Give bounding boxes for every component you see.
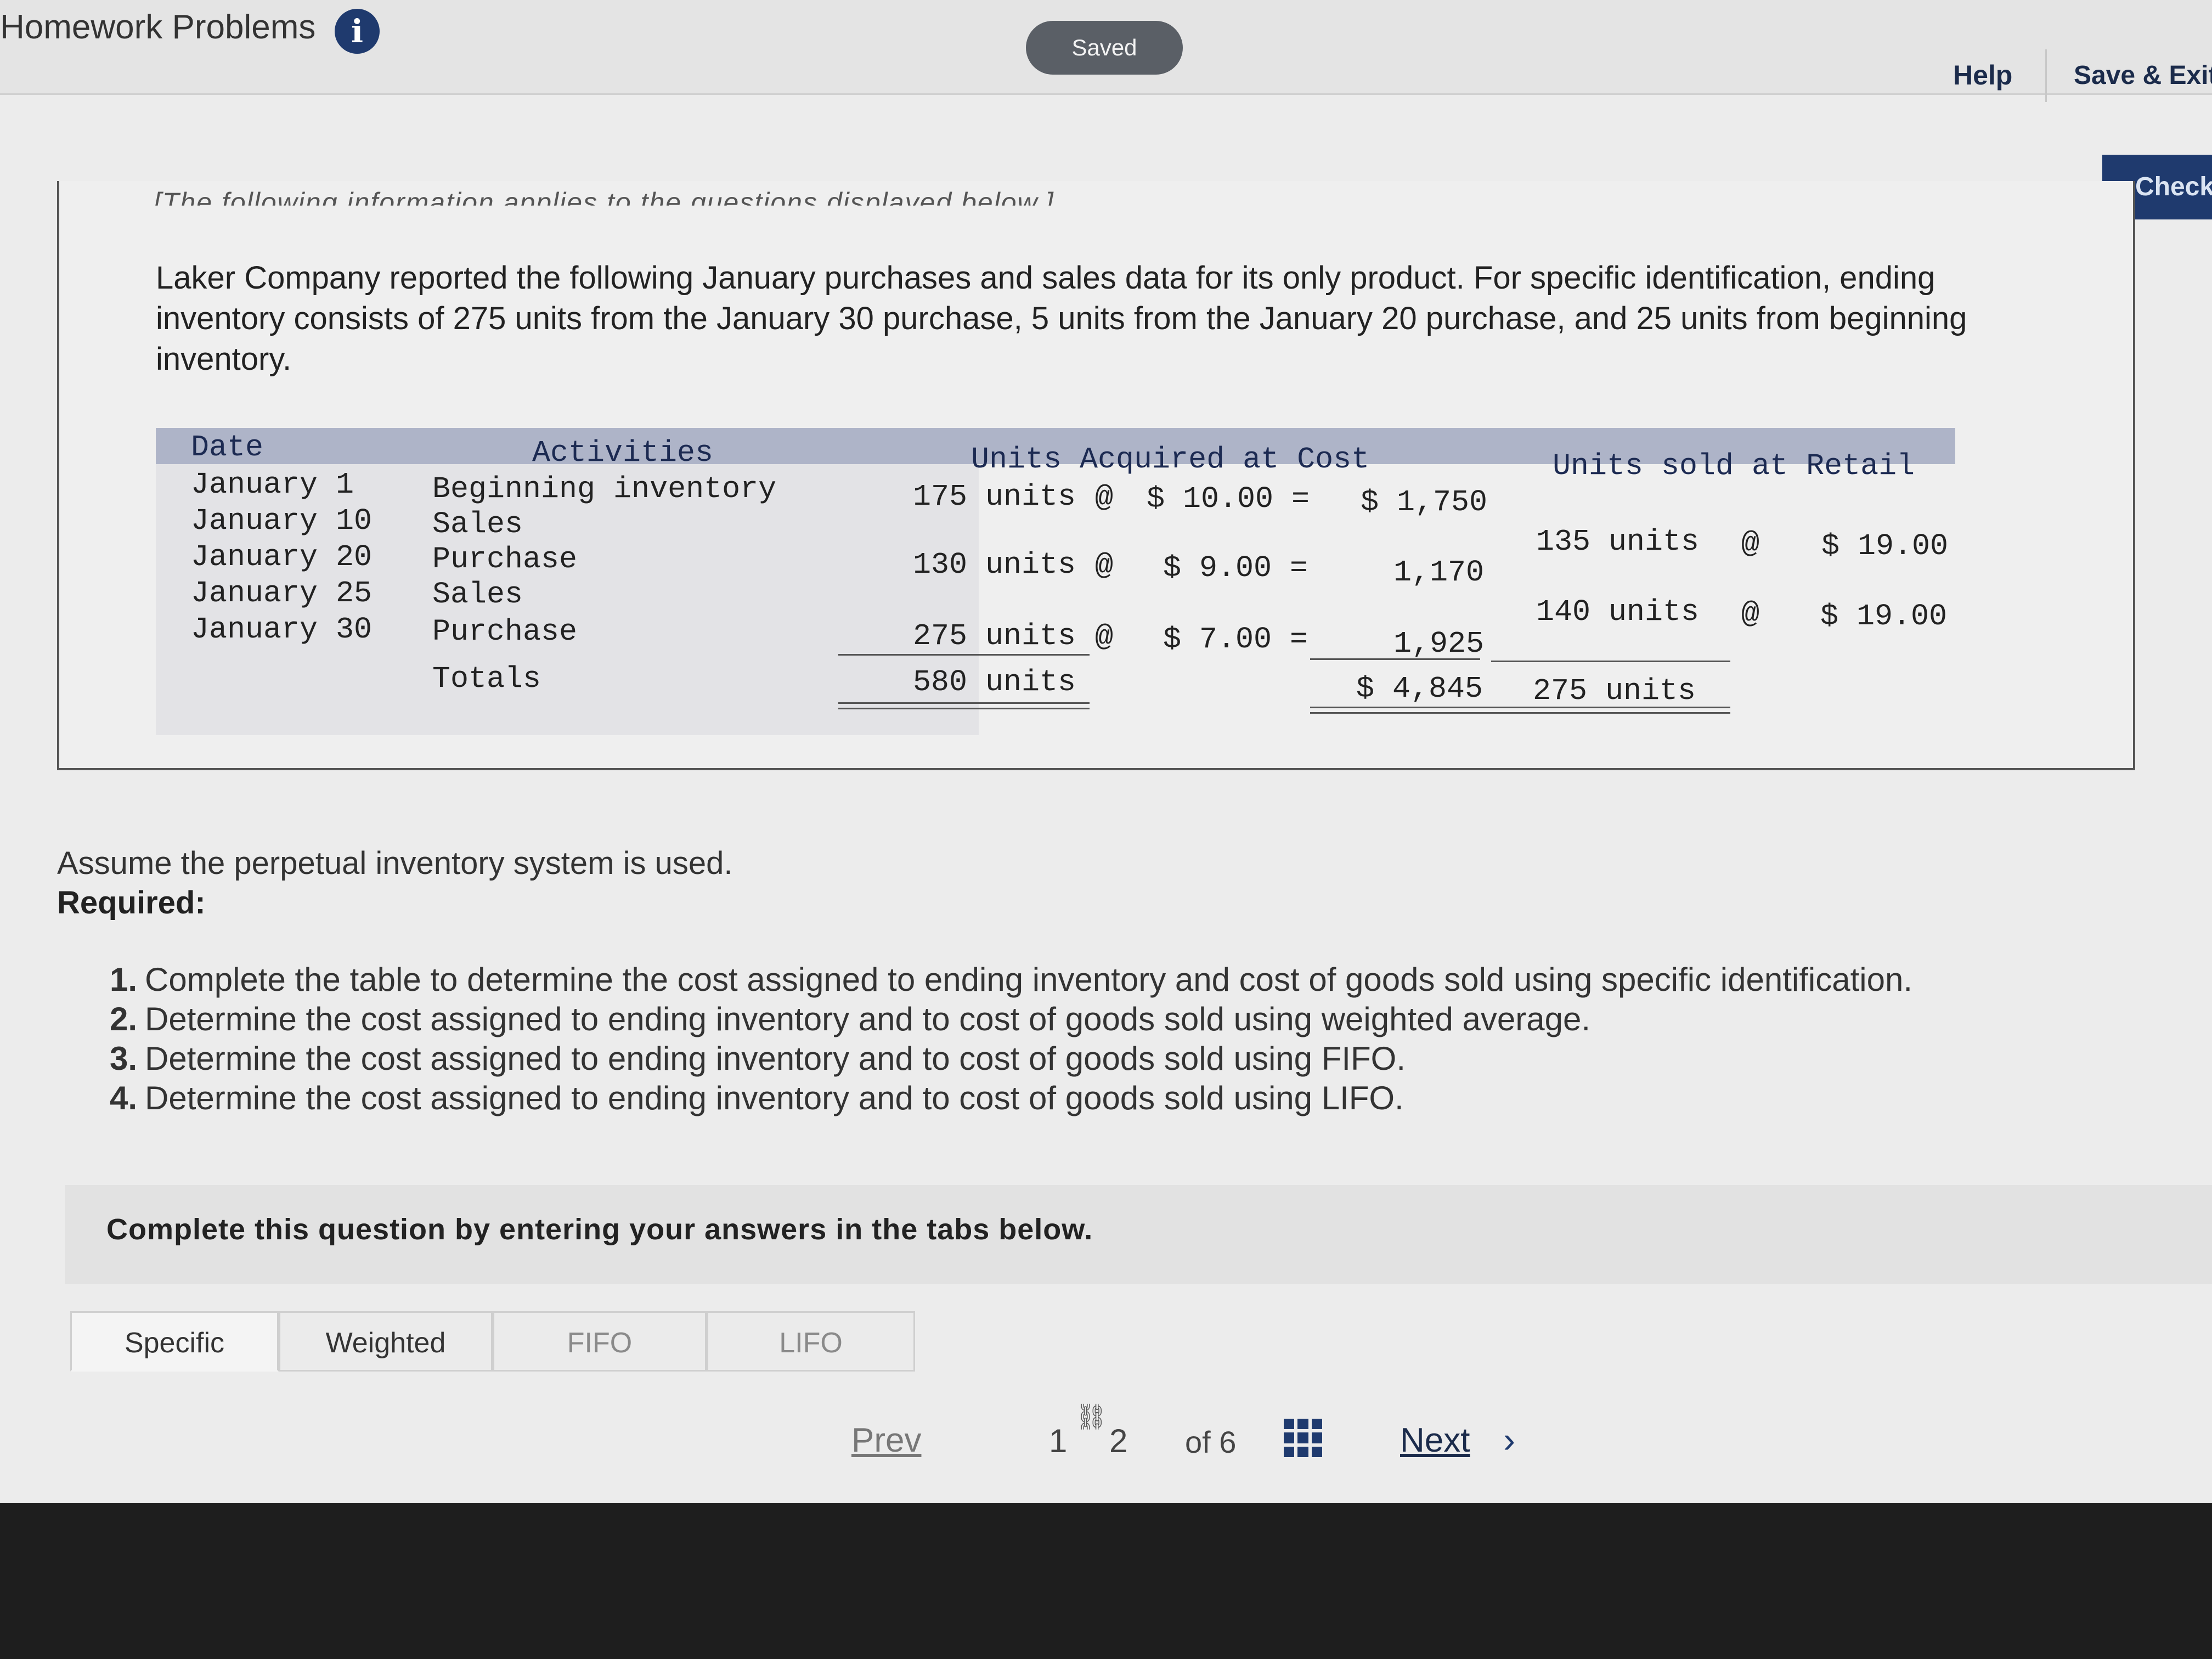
- requirement-item: 3. Determine the cost assigned to ending …: [110, 1040, 1406, 1077]
- prev-button[interactable]: Prev: [851, 1421, 921, 1460]
- row2-at-sign: @: [1741, 527, 1760, 561]
- assumption-text: Assume the perpetual inventory system is…: [57, 845, 733, 881]
- save-exit-button[interactable]: Save & Exit: [2074, 60, 2212, 91]
- requirement-item: 1. Complete the table to determine the co…: [110, 961, 1912, 998]
- required-label: Required:: [57, 885, 206, 921]
- link-icon: ⛓: [1075, 1402, 1108, 1431]
- inventory-data-table: Date Activities Units Acquired at Cost U…: [156, 428, 1955, 735]
- saved-status-badge: Saved: [1026, 21, 1183, 75]
- tab-lifo[interactable]: LIFO: [707, 1311, 915, 1372]
- row2-sale-price: $ 19.00: [1821, 529, 1949, 563]
- tab-specific[interactable]: Specific: [70, 1311, 279, 1372]
- grid-icon[interactable]: [1284, 1419, 1322, 1457]
- cost-total-double-rule-2: [1310, 712, 1730, 714]
- next-button[interactable]: Next: [1400, 1421, 1470, 1460]
- problem-intro: Laker Company reported the following Jan…: [156, 260, 1967, 377]
- row5-activity: Purchase: [432, 614, 578, 649]
- page-2-current[interactable]: 2: [1109, 1422, 1127, 1460]
- row1-unit-cost: $ 10.00 =: [1147, 482, 1310, 516]
- units-subtotal-rule: [838, 654, 1090, 656]
- page-count: of 6: [1185, 1425, 1237, 1459]
- tab-fifo[interactable]: FIFO: [493, 1311, 707, 1372]
- sold-subtotal-rule: [1491, 661, 1730, 662]
- row1-date: January 1: [191, 467, 354, 502]
- row2-activity: Sales: [432, 507, 523, 541]
- row4-at-sign: @: [1741, 597, 1760, 631]
- row2-date: January 10: [191, 504, 373, 538]
- row4-sale-price: $ 19.00: [1820, 599, 1948, 634]
- row3-date: January 20: [191, 540, 373, 574]
- instructions-text: Complete this question by entering your …: [106, 1213, 1093, 1246]
- app-title: Homework Problems: [0, 8, 316, 46]
- units-total-double-rule-1: [838, 702, 1090, 704]
- row1-acquired-units: 175 units: [913, 479, 1076, 514]
- row5-date: January 30: [191, 612, 373, 647]
- units-total-double-rule-2: [838, 708, 1090, 709]
- tab-weighted[interactable]: Weighted: [279, 1311, 493, 1372]
- row3-acquired-units: 130 units: [913, 548, 1076, 582]
- header-divider: [2045, 49, 2047, 102]
- row4-date: January 25: [191, 576, 373, 611]
- requirements-list: 1. Complete the table to determine the co…: [110, 960, 1912, 1118]
- row3-at-sign: @: [1095, 549, 1114, 583]
- requirement-item: 4. Determine the cost assigned to ending …: [110, 1080, 1404, 1116]
- row5-unit-cost: $ 7.00 =: [1163, 622, 1308, 657]
- header-activities: Activities: [532, 436, 714, 470]
- page-1-link[interactable]: 1: [1049, 1422, 1067, 1460]
- row4-sold-units: 140 units: [1536, 595, 1700, 629]
- totals-acquired-cost: $ 4,845: [1356, 672, 1483, 706]
- row5-acquired-total: 1,925: [1393, 627, 1485, 661]
- header-units-sold: Units sold at Retail: [1553, 449, 1915, 483]
- row3-activity: Purchase: [432, 542, 578, 577]
- chevron-right-icon[interactable]: ›: [1503, 1419, 1515, 1460]
- row1-acquired-total: $ 1,750: [1361, 485, 1488, 520]
- requirement-item: 2. Determine the cost assigned to ending …: [110, 1001, 1591, 1037]
- row5-acquired-units: 275 units: [913, 619, 1076, 653]
- help-button[interactable]: Help: [1953, 59, 2012, 91]
- row4-activity: Sales: [432, 577, 523, 612]
- row3-acquired-total: 1,170: [1393, 555, 1485, 590]
- row3-unit-cost: $ 9.00 =: [1163, 551, 1308, 585]
- cost-subtotal-rule: [1310, 658, 1480, 660]
- totals-acquired-units: 580 units: [913, 665, 1076, 699]
- header-units-acquired: Units Acquired at Cost: [971, 442, 1370, 477]
- header-date: Date: [191, 430, 264, 465]
- info-icon[interactable]: i: [335, 9, 380, 54]
- screen-bezel: [0, 1503, 2212, 1659]
- row5-at-sign: @: [1095, 620, 1114, 654]
- totals-label: Totals: [432, 662, 541, 696]
- cost-total-double-rule-1: [1310, 707, 1730, 708]
- row2-sold-units: 135 units: [1536, 524, 1700, 559]
- totals-sold-units: 275 units: [1533, 674, 1696, 708]
- row1-activity: Beginning inventory: [432, 472, 777, 506]
- row1-at-sign: @: [1095, 481, 1114, 515]
